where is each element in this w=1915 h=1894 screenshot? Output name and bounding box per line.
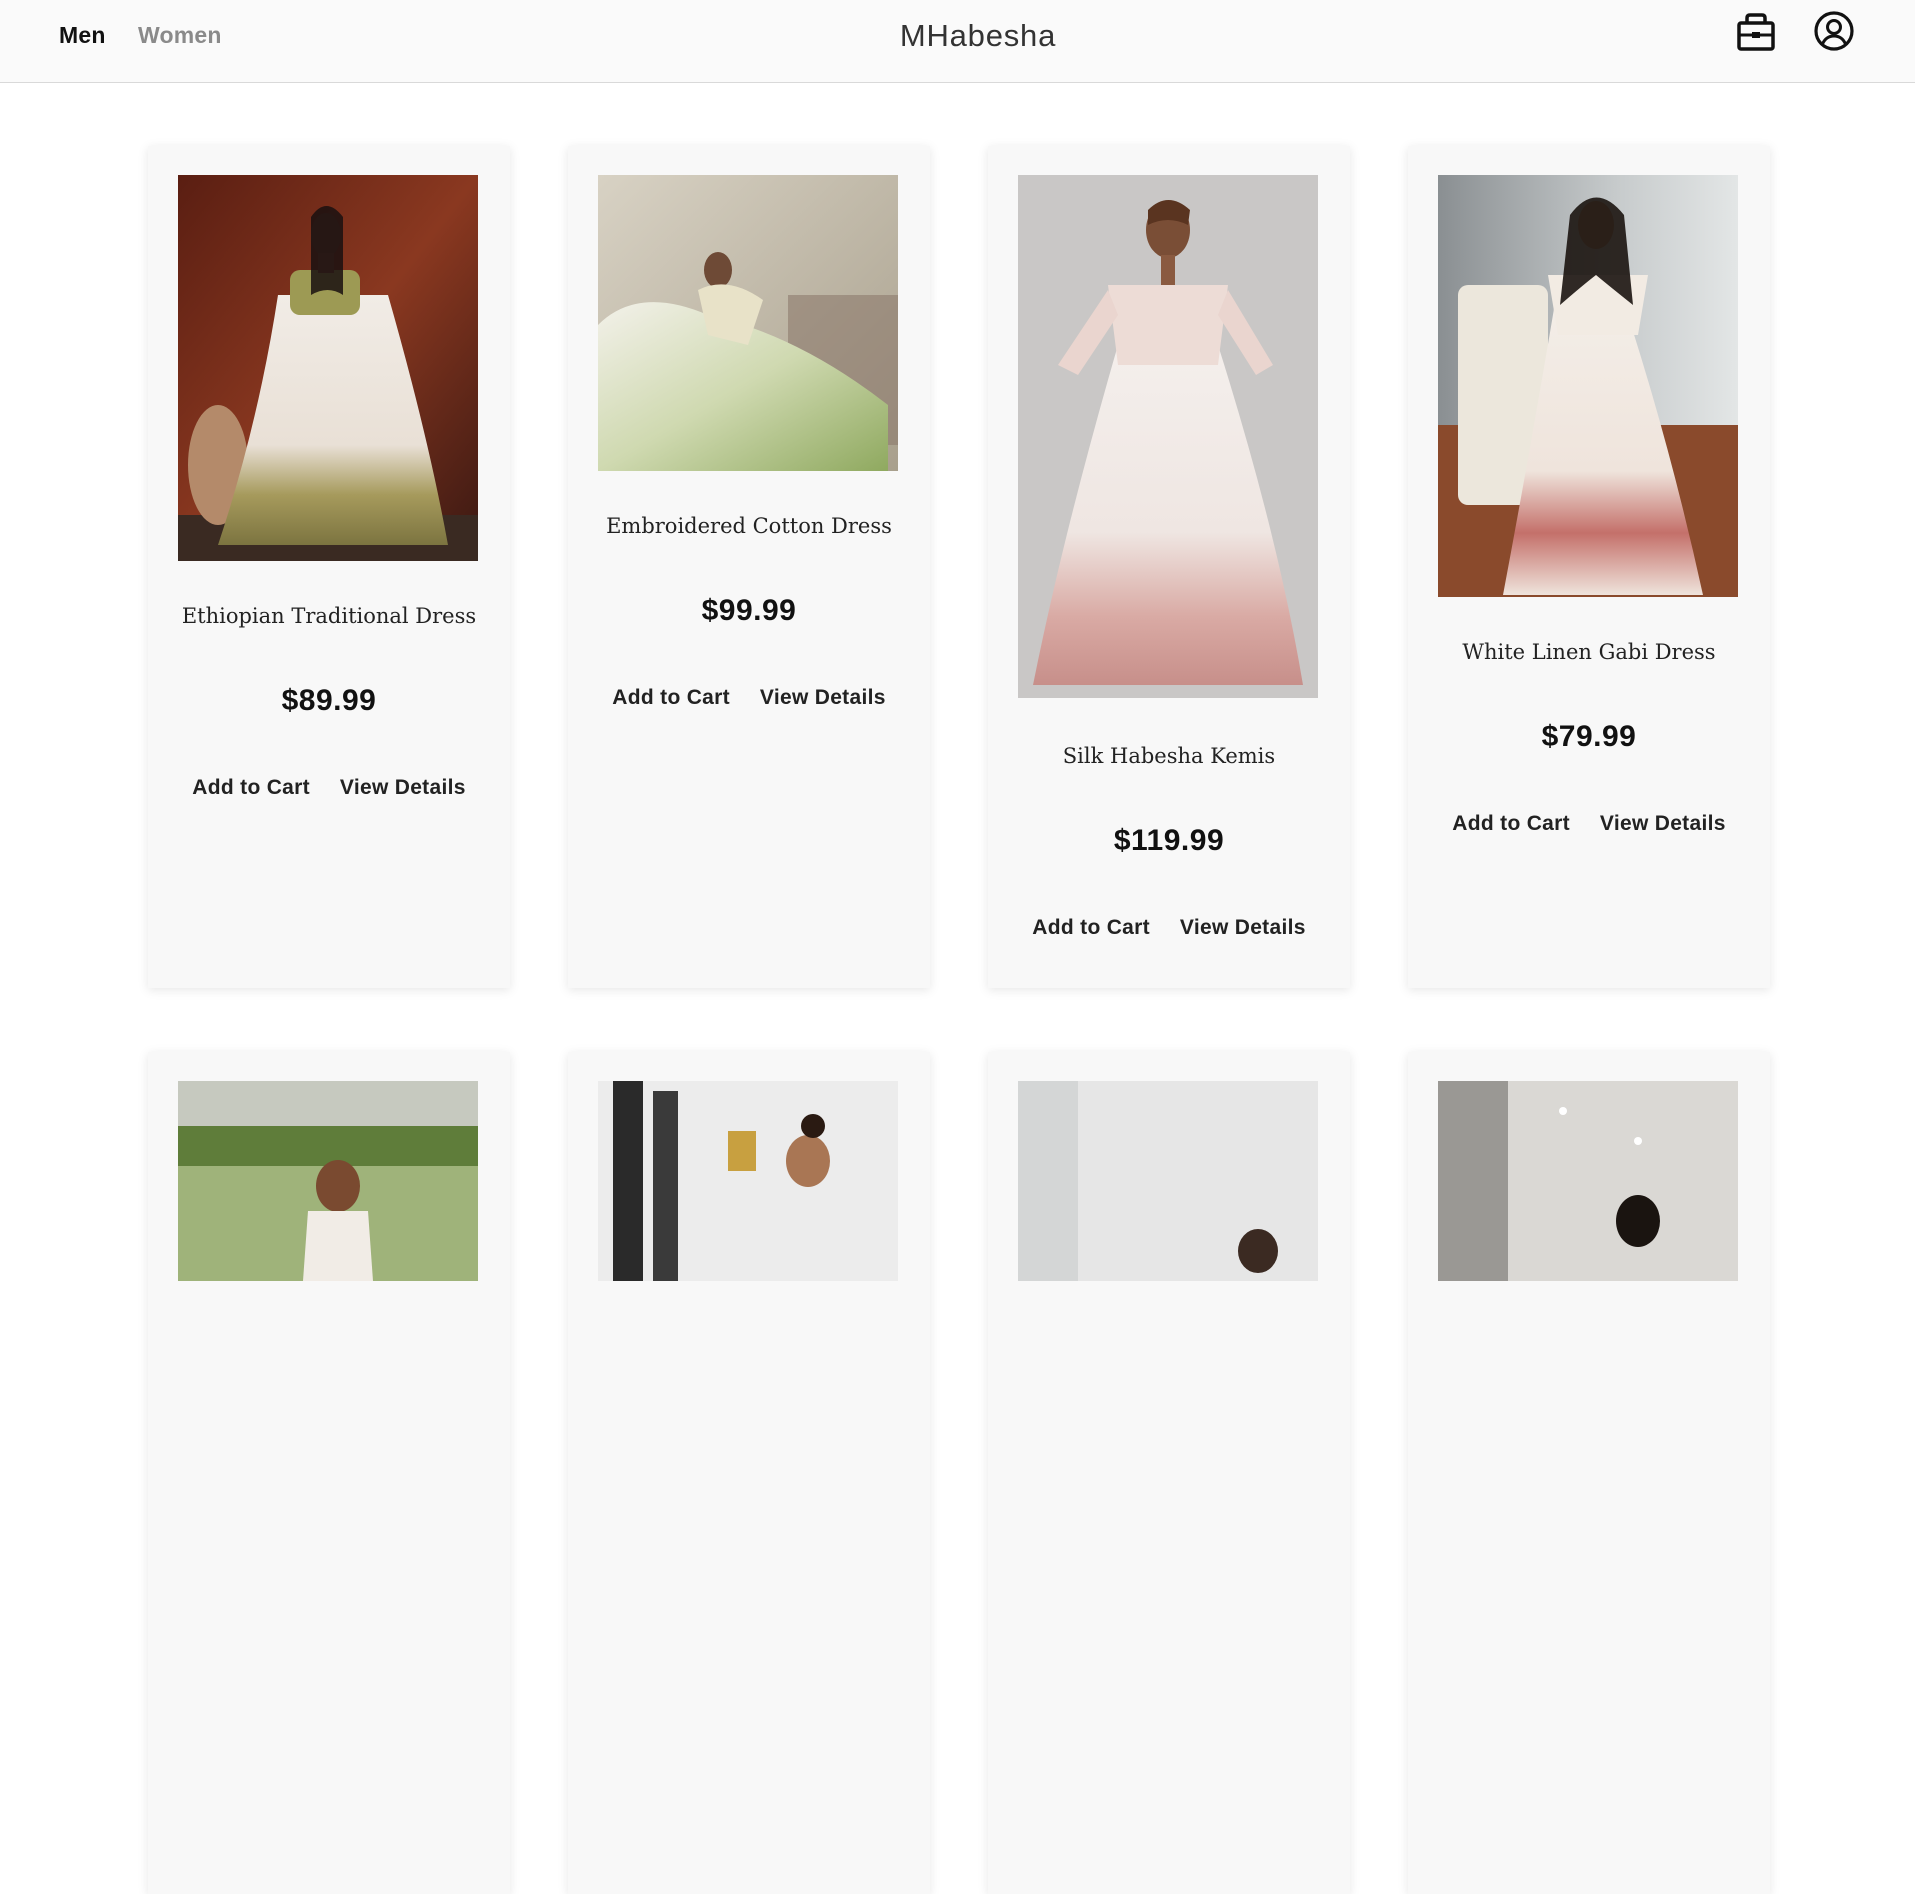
product-card: White Linen Gabi Dress $79.99 Add to Car… (1408, 146, 1770, 988)
product-image[interactable] (1438, 175, 1738, 597)
account-icon[interactable] (1813, 10, 1857, 54)
view-details-button[interactable]: View Details (760, 686, 886, 710)
product-card (988, 1052, 1350, 1894)
product-name[interactable]: White Linen Gabi Dress (1408, 640, 1770, 664)
brand-logo-text[interactable]: MHabesha (0, 18, 1915, 54)
add-to-cart-button[interactable]: Add to Cart (1032, 916, 1150, 940)
product-price: $119.99 (1113, 824, 1225, 857)
product-image[interactable] (1438, 1081, 1738, 1281)
product-actions: Add to Cart View Details (988, 916, 1350, 940)
product-price: $99.99 (701, 594, 797, 627)
product-price: $89.99 (281, 684, 377, 717)
product-card (568, 1052, 930, 1894)
product-card: Silk Habesha Kemis $119.99 Add to Cart V… (988, 146, 1350, 988)
product-actions: Add to Cart View Details (568, 686, 930, 710)
product-actions: Add to Cart View Details (1408, 812, 1770, 836)
product-price: $79.99 (1541, 720, 1637, 753)
product-card: Ethiopian Traditional Dress $89.99 Add t… (148, 146, 510, 988)
product-image[interactable] (598, 175, 898, 471)
product-card (1408, 1052, 1770, 1894)
product-actions: Add to Cart View Details (148, 776, 510, 800)
product-name[interactable]: Ethiopian Traditional Dress (148, 604, 510, 628)
product-image[interactable] (1018, 175, 1318, 698)
view-details-button[interactable]: View Details (340, 776, 466, 800)
add-to-cart-button[interactable]: Add to Cart (192, 776, 310, 800)
add-to-cart-button[interactable]: Add to Cart (612, 686, 730, 710)
add-to-cart-button[interactable]: Add to Cart (1452, 812, 1570, 836)
product-card: Embroidered Cotton Dress $99.99 Add to C… (568, 146, 930, 988)
product-name[interactable]: Embroidered Cotton Dress (568, 514, 930, 538)
view-details-button[interactable]: View Details (1180, 916, 1306, 940)
product-image[interactable] (598, 1081, 898, 1281)
product-image[interactable] (1018, 1081, 1318, 1281)
top-nav-bar: Men Women MHabesha (0, 0, 1915, 83)
product-card (148, 1052, 510, 1894)
cart-icon[interactable] (1735, 10, 1779, 54)
product-name[interactable]: Silk Habesha Kemis (988, 744, 1350, 768)
product-image[interactable] (178, 175, 478, 561)
view-details-button[interactable]: View Details (1600, 812, 1726, 836)
product-image[interactable] (178, 1081, 478, 1281)
